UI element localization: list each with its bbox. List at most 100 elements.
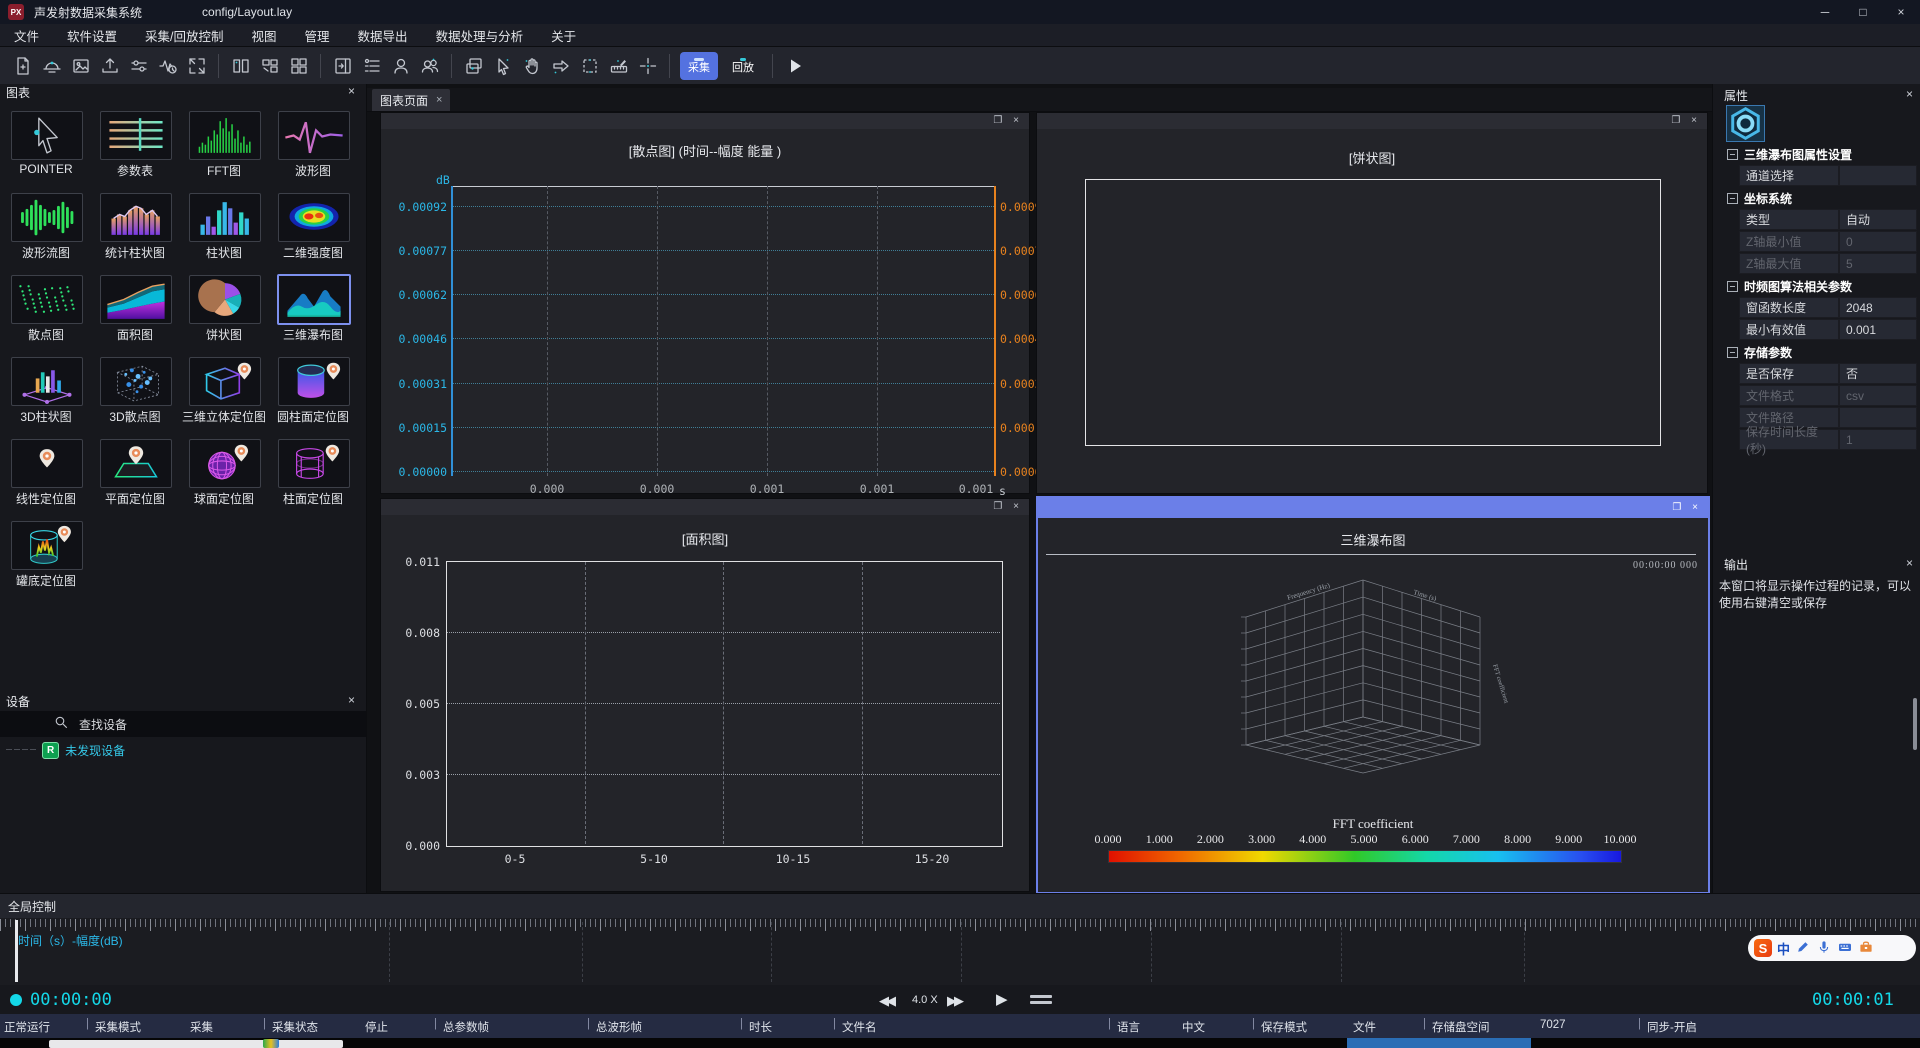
property-value[interactable] <box>1839 407 1917 428</box>
list-icon[interactable] <box>359 53 385 79</box>
pie-panel-controls[interactable]: ❐ × <box>1671 115 1701 126</box>
select-region-icon[interactable] <box>577 53 603 79</box>
menu-item-2[interactable]: 采集/回放控制 <box>131 26 237 45</box>
dock-panel-icon[interactable] <box>330 53 356 79</box>
capture-mode-button[interactable]: 采集 <box>680 52 718 80</box>
menu-item-0[interactable]: 文件 <box>0 26 53 45</box>
property-row[interactable]: 通道选择 <box>1739 165 1917 186</box>
property-value[interactable]: 2048 <box>1839 297 1917 318</box>
waterfall-panel-controls[interactable]: ❐ × <box>1672 502 1702 513</box>
tab-chart-page[interactable]: 图表页面 × <box>372 89 450 111</box>
property-row[interactable]: 保存时间长度(秒)1 <box>1739 429 1917 450</box>
property-value[interactable]: 5 <box>1839 253 1917 274</box>
property-section[interactable]: 坐标系统 <box>1727 190 1792 207</box>
image-icon[interactable] <box>68 53 94 79</box>
scrollbar[interactable] <box>1913 698 1917 750</box>
chart-tile-cube-location[interactable] <box>189 357 261 406</box>
menu-item-1[interactable]: 软件设置 <box>53 26 131 45</box>
chart-tile-pointer-tool[interactable] <box>11 111 83 160</box>
menu-item-6[interactable]: 数据处理与分析 <box>422 26 538 45</box>
chart-tile-line-location[interactable] <box>11 439 83 488</box>
play-icon[interactable] <box>782 53 808 79</box>
ime-mic-icon[interactable] <box>1816 939 1832 958</box>
add-file-icon[interactable] <box>10 53 36 79</box>
ime-logo-icon[interactable]: S <box>1754 939 1772 957</box>
fast-forward-button[interactable]: ▶▶ <box>947 993 961 1009</box>
hand-icon[interactable] <box>519 53 545 79</box>
timeline[interactable]: 时间（s）-幅度(dB) <box>0 918 1920 985</box>
property-row[interactable]: 类型自动 <box>1739 209 1917 230</box>
property-row[interactable]: 窗函数长度2048 <box>1739 297 1917 318</box>
property-row[interactable]: 最小有效值0.001 <box>1739 319 1917 340</box>
chart-tile-bars[interactable] <box>189 193 261 242</box>
property-row[interactable]: Z轴最大值5 <box>1739 253 1917 274</box>
property-value[interactable]: 0 <box>1839 231 1917 252</box>
chart-tile-cylinder-location[interactable] <box>278 357 350 406</box>
device-tree-item[interactable]: ┄┄┄┄ R 未发现设备 <box>6 742 125 759</box>
chart-tile-sphere-location[interactable] <box>189 439 261 488</box>
property-row[interactable]: 文件格式csv <box>1739 385 1917 406</box>
ime-keyboard-icon[interactable] <box>1837 939 1853 958</box>
chart-tile-waterfall3d[interactable] <box>277 274 351 325</box>
property-section[interactable]: 三维瀑布图属性设置 <box>1727 146 1852 163</box>
menu-item-3[interactable]: 视图 <box>238 26 291 45</box>
rewind-button[interactable]: ◀◀ <box>879 993 893 1009</box>
property-value[interactable]: csv <box>1839 385 1917 406</box>
tab-close-icon[interactable]: × <box>436 94 442 106</box>
chart-tile-plane-location[interactable] <box>100 439 172 488</box>
menu-item-5[interactable]: 数据导出 <box>344 26 422 45</box>
close-button[interactable]: × <box>1882 0 1920 24</box>
arrow-right-icon[interactable] <box>548 53 574 79</box>
chart-tile-bars3d[interactable] <box>11 357 83 406</box>
chart-tile-param-table[interactable] <box>100 111 172 160</box>
property-value[interactable]: 1 <box>1839 429 1917 450</box>
playback-mode-button[interactable]: 回放 <box>724 52 762 80</box>
menu-item-4[interactable]: 管理 <box>291 26 344 45</box>
ime-mode-label[interactable]: 中 <box>1777 939 1790 958</box>
chart-tile-area[interactable] <box>100 275 172 324</box>
chart-tile-pie[interactable] <box>189 275 261 324</box>
users-icon[interactable] <box>417 53 443 79</box>
expand-icon[interactable] <box>184 53 210 79</box>
property-row[interactable]: Z轴最小值0 <box>1739 231 1917 252</box>
waterfall-type-icon[interactable] <box>1726 105 1765 142</box>
ime-toolbar[interactable]: S 中 <box>1748 935 1916 961</box>
property-row[interactable]: 是否保存否 <box>1739 363 1917 384</box>
menu-item-7[interactable]: 关于 <box>537 26 590 45</box>
property-value[interactable]: 否 <box>1839 363 1917 384</box>
grid-layout-icon[interactable] <box>286 53 312 79</box>
export-icon[interactable] <box>97 53 123 79</box>
devices-panel-close-icon[interactable]: × <box>348 693 355 707</box>
measure-icon[interactable] <box>606 53 632 79</box>
property-section[interactable]: 时频图算法相关参数 <box>1727 278 1852 295</box>
split-horizontal-icon[interactable] <box>257 53 283 79</box>
cascade-icon[interactable] <box>461 53 487 79</box>
properties-panel-close-icon[interactable]: × <box>1906 87 1913 101</box>
user-icon[interactable] <box>388 53 414 79</box>
ime-pen-icon[interactable] <box>1795 939 1811 958</box>
chart-tile-waveflow[interactable] <box>11 193 83 242</box>
split-vertical-icon[interactable] <box>228 53 254 79</box>
chart-tile-stat-bars[interactable] <box>100 193 172 242</box>
chart-tile-tank-location[interactable] <box>11 521 83 570</box>
wave-history-icon[interactable] <box>155 53 181 79</box>
chart-tile-scatter[interactable] <box>11 275 83 324</box>
maximize-button[interactable]: □ <box>1844 0 1882 24</box>
play-button[interactable]: ▶ <box>996 990 1008 1008</box>
minimize-button[interactable]: ─ <box>1806 0 1844 24</box>
sliders-icon[interactable] <box>126 53 152 79</box>
chart-tile-fft[interactable] <box>189 111 261 160</box>
ime-toolbox-icon[interactable] <box>1858 939 1874 958</box>
pointer-icon[interactable] <box>490 53 516 79</box>
sensor-icon[interactable] <box>39 53 65 79</box>
chart-tile-scatter3d[interactable] <box>100 357 172 406</box>
property-section[interactable]: 存储参数 <box>1727 344 1792 361</box>
transport-menu-icon[interactable] <box>1030 992 1052 1007</box>
crosshair-icon[interactable] <box>635 53 661 79</box>
chart-tile-heatmap[interactable] <box>278 193 350 242</box>
playhead[interactable] <box>15 920 18 982</box>
chart-tile-waveform[interactable] <box>278 111 350 160</box>
output-panel-close-icon[interactable]: × <box>1906 556 1913 570</box>
property-value[interactable]: 0.001 <box>1839 319 1917 340</box>
chart-tile-cylsurf-location[interactable] <box>278 439 350 488</box>
